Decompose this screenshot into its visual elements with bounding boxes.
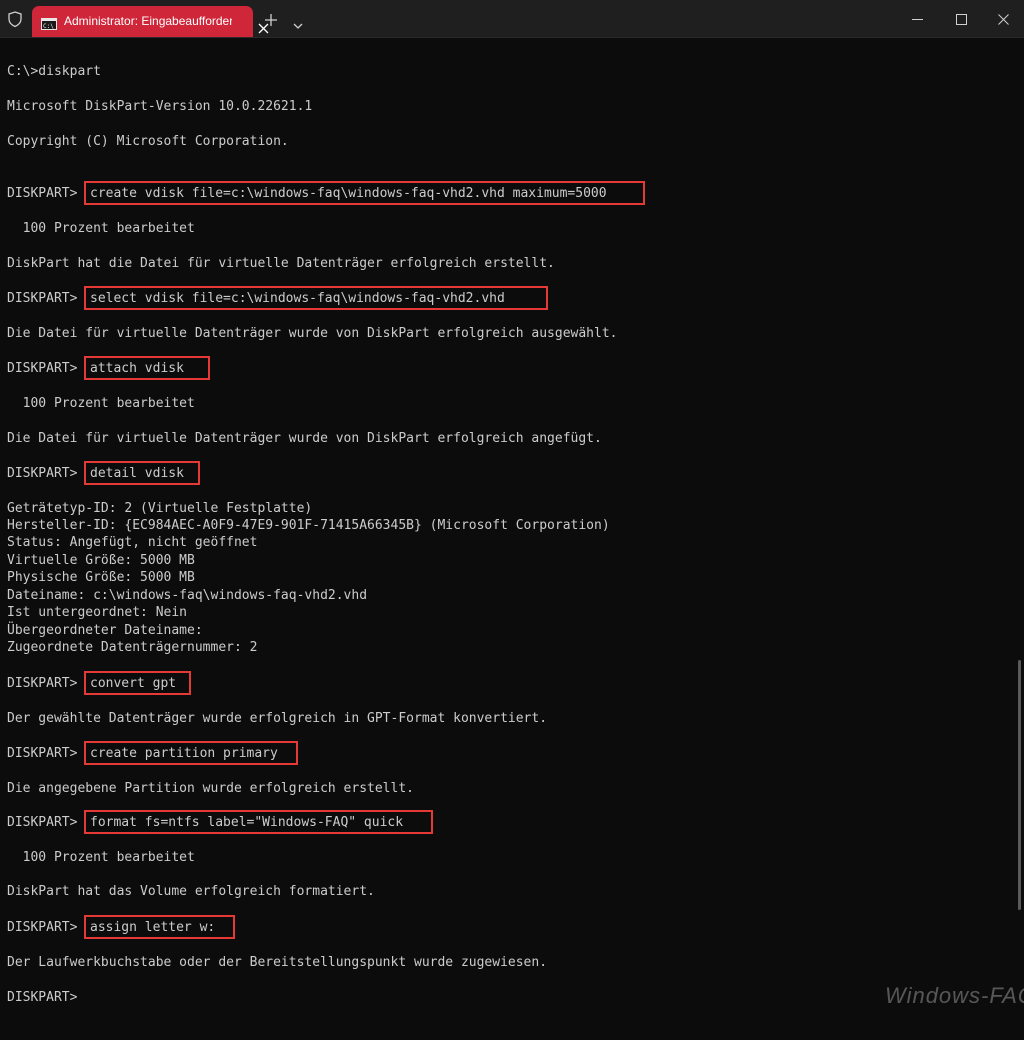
command-highlight-box bbox=[84, 286, 548, 310]
prompt: DISKPART> bbox=[7, 815, 78, 830]
maximize-icon bbox=[956, 14, 967, 25]
command-highlight-box bbox=[84, 671, 191, 695]
prompt: DISKPART> bbox=[7, 990, 78, 1005]
detail-line: Ist untergeordnet: Nein bbox=[7, 605, 188, 620]
detail-line: Übergeordneter Dateiname: bbox=[7, 623, 203, 638]
watermark: Windows-FAQ bbox=[885, 983, 1024, 1008]
tab-command-prompt[interactable]: C:\ Administrator: Eingabeaufforderung bbox=[32, 6, 269, 37]
console-line: Microsoft DiskPart-Version 10.0.22621.1 bbox=[7, 99, 313, 114]
scrollbar-thumb[interactable] bbox=[1018, 660, 1021, 910]
detail-line: Hersteller-ID: {EC984AEC-A0F9-47E9-901F-… bbox=[7, 518, 610, 533]
tab-title: Administrator: Eingabeaufforderung bbox=[64, 14, 232, 28]
prompt: DISKPART> bbox=[7, 746, 78, 761]
console-line: DiskPart hat das Volume erfolgreich form… bbox=[7, 884, 375, 899]
prompt: DISKPART> bbox=[7, 361, 78, 376]
current-prompt-line[interactable]: DISKPART> bbox=[7, 989, 207, 1006]
maximize-button[interactable] bbox=[938, 8, 984, 30]
prompt: DISKPART> bbox=[7, 186, 78, 201]
scrollbar[interactable] bbox=[1016, 40, 1024, 1000]
console-output[interactable]: C:\>diskpart Microsoft DiskPart-Version … bbox=[0, 38, 1024, 1007]
svg-text:C:\: C:\ bbox=[43, 23, 54, 30]
detail-line: Dateiname: c:\windows-faq\windows-faq-vh… bbox=[7, 588, 368, 603]
minimize-icon bbox=[912, 19, 923, 20]
console-line: 100 Prozent bearbeitet bbox=[7, 850, 195, 865]
command-highlight-box bbox=[84, 461, 200, 485]
console-line: Der gewählte Datenträger wurde erfolgrei… bbox=[7, 711, 548, 726]
prompt: DISKPART> bbox=[7, 291, 78, 306]
detail-line: Virtuelle Größe: 5000 MB bbox=[7, 553, 195, 568]
minimize-button[interactable] bbox=[894, 8, 940, 30]
command-highlight-box bbox=[84, 810, 433, 834]
detail-line: Zugeordnete Datenträgernummer: 2 bbox=[7, 640, 258, 655]
console-line: C:\>diskpart bbox=[7, 64, 101, 79]
console-line: Der Laufwerkbuchstabe oder der Bereitste… bbox=[7, 955, 548, 970]
shield-icon[interactable] bbox=[6, 10, 24, 28]
command-highlight-box bbox=[84, 356, 210, 380]
prompt: DISKPART> bbox=[7, 676, 78, 691]
detail-line: Physische Größe: 5000 MB bbox=[7, 570, 195, 585]
console-line: 100 Prozent bearbeitet bbox=[7, 221, 195, 236]
console-line: Copyright (C) Microsoft Corporation. bbox=[7, 134, 289, 149]
prompt: DISKPART> bbox=[7, 920, 78, 935]
chevron-down-icon[interactable] bbox=[292, 15, 304, 29]
close-icon bbox=[998, 14, 1009, 25]
console-line: Die angegebene Partition wurde erfolgrei… bbox=[7, 781, 414, 796]
command-highlight-box bbox=[84, 741, 298, 765]
title-bar: C:\ Administrator: Eingabeaufforderung bbox=[0, 0, 1024, 38]
cmd-icon: C:\ bbox=[41, 15, 57, 30]
console-line: Die Datei für virtuelle Datenträger wurd… bbox=[7, 431, 602, 446]
close-window-button[interactable] bbox=[980, 8, 1024, 30]
plus-icon[interactable] bbox=[264, 12, 278, 26]
detail-line: Status: Angefügt, nicht geöffnet bbox=[7, 535, 258, 550]
prompt: DISKPART> bbox=[7, 466, 78, 481]
command-highlight-box bbox=[84, 181, 645, 205]
console-line: 100 Prozent bearbeitet bbox=[7, 396, 195, 411]
command-highlight-box bbox=[84, 915, 235, 939]
console-line: Die Datei für virtuelle Datenträger wurd… bbox=[7, 326, 618, 341]
console-line: DiskPart hat die Datei für virtuelle Dat… bbox=[7, 256, 555, 271]
detail-line: Geträtetyp-ID: 2 (Virtuelle Festplatte) bbox=[7, 501, 313, 516]
